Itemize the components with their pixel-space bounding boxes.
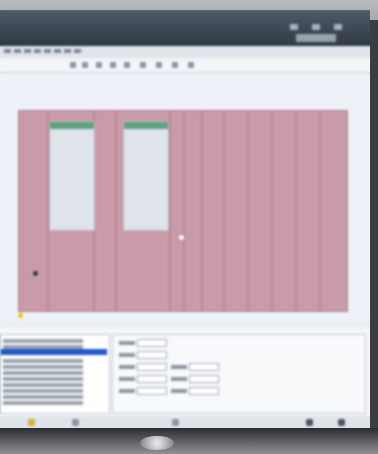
panel-window-a[interactable]	[49, 121, 95, 231]
property-label	[171, 389, 187, 393]
status-info-icon[interactable]	[172, 419, 179, 426]
cabinet-divider	[295, 111, 297, 311]
status-warning-icon[interactable]	[28, 419, 35, 426]
tool-icon[interactable]	[82, 62, 88, 68]
list-item-selected[interactable]	[1, 349, 107, 355]
list-item[interactable]	[3, 371, 83, 375]
list-item[interactable]	[3, 401, 83, 405]
restore-icon[interactable]	[312, 24, 320, 30]
property-label	[171, 365, 187, 369]
cabinet-divider	[115, 111, 117, 311]
cursor-marker	[33, 271, 38, 276]
menu-item[interactable]	[14, 49, 21, 53]
toolbar	[0, 58, 370, 73]
tool-icon[interactable]	[110, 62, 116, 68]
panel-header[interactable]	[50, 122, 94, 129]
property-label	[171, 377, 187, 381]
cabinet-divider	[271, 111, 273, 311]
menu-item[interactable]	[74, 49, 81, 53]
property-field[interactable]	[137, 375, 167, 383]
tool-icon[interactable]	[96, 62, 102, 68]
property-label	[119, 389, 135, 393]
tool-icon[interactable]	[188, 62, 194, 68]
property-field[interactable]	[189, 363, 219, 371]
tool-icon[interactable]	[124, 62, 130, 68]
object-list-panel[interactable]	[0, 334, 110, 414]
property-field[interactable]	[137, 339, 167, 347]
cabinet-divider	[223, 111, 225, 311]
drawing-canvas[interactable]	[0, 73, 370, 320]
title-bar	[0, 10, 370, 46]
tool-icon[interactable]	[156, 62, 162, 68]
property-field[interactable]	[189, 375, 219, 383]
cabinet-divider	[169, 111, 171, 311]
property-label	[119, 353, 135, 357]
panel-header[interactable]	[124, 122, 168, 129]
menu-item[interactable]	[64, 49, 71, 53]
list-item[interactable]	[3, 389, 83, 393]
cabinet-divider	[183, 111, 185, 311]
cabinet-layout[interactable]	[18, 110, 348, 312]
status-info-icon[interactable]	[306, 419, 313, 426]
tool-icon[interactable]	[172, 62, 178, 68]
property-field[interactable]	[137, 351, 167, 359]
close-icon[interactable]	[334, 24, 342, 30]
bottom-docked-panels	[0, 328, 370, 416]
panel-window-b[interactable]	[123, 121, 169, 231]
list-item[interactable]	[3, 365, 83, 369]
monitor-bezel-bottom	[0, 428, 378, 454]
origin-marker	[18, 313, 23, 318]
brand-logo-icon	[140, 436, 174, 450]
properties-panel	[112, 334, 366, 414]
minimize-icon[interactable]	[290, 24, 298, 30]
cabinet-divider	[247, 111, 249, 311]
menu-bar	[0, 46, 370, 58]
status-info-icon[interactable]	[338, 419, 345, 426]
menu-item[interactable]	[34, 49, 41, 53]
property-field[interactable]	[189, 387, 219, 395]
list-item[interactable]	[3, 383, 83, 387]
monitor-bezel-right	[370, 20, 378, 440]
menu-item[interactable]	[24, 49, 31, 53]
tool-icon[interactable]	[140, 62, 146, 68]
node-marker	[179, 235, 184, 240]
cabinet-divider	[319, 111, 321, 311]
property-field[interactable]	[137, 387, 167, 395]
cabinet-divider	[201, 111, 203, 311]
menu-item[interactable]	[54, 49, 61, 53]
list-item[interactable]	[3, 395, 83, 399]
application-window	[0, 10, 370, 430]
property-label	[119, 341, 135, 345]
property-field[interactable]	[137, 363, 167, 371]
menu-item[interactable]	[44, 49, 51, 53]
menu-item[interactable]	[4, 49, 11, 53]
property-label	[119, 377, 135, 381]
list-item[interactable]	[3, 359, 83, 363]
list-item[interactable]	[3, 377, 83, 381]
property-label	[119, 365, 135, 369]
status-info-icon[interactable]	[72, 419, 79, 426]
list-item[interactable]	[3, 339, 83, 343]
tool-icon[interactable]	[70, 62, 76, 68]
document-tab[interactable]	[296, 34, 336, 42]
